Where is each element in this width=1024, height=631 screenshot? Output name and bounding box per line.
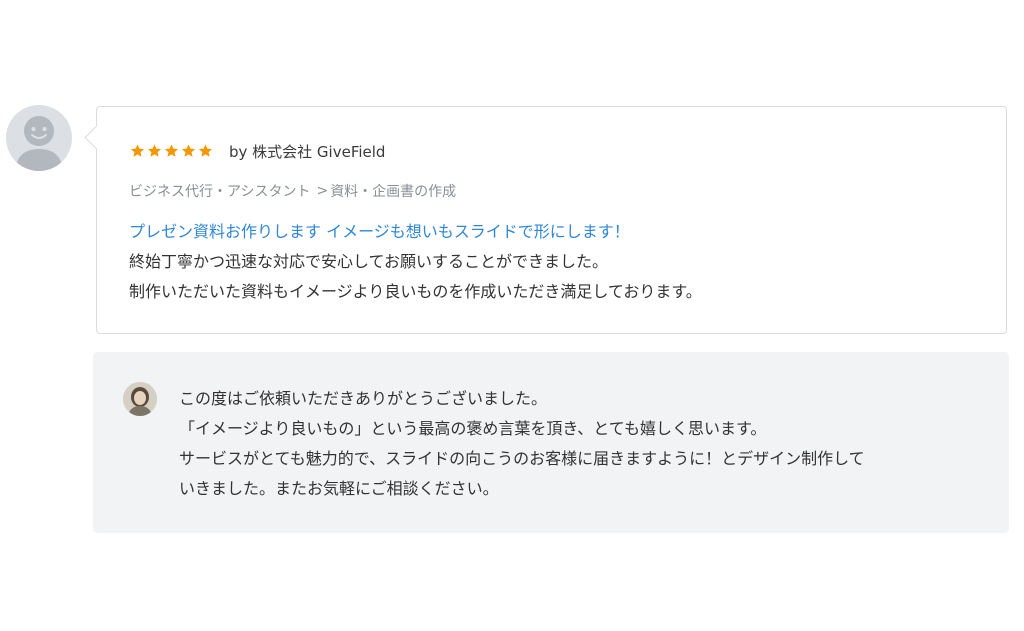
review-line: 制作いただいた資料もイメージより良いものを作成いただき満足しております。 [129, 282, 702, 301]
seller-avatar-icon[interactable] [123, 382, 157, 416]
star-icon [130, 144, 145, 157]
review-line: 終始丁寧かつ迅速な対応で安心してお願いすることができました。 [129, 252, 609, 271]
breadcrumb-separator: > [316, 183, 329, 199]
reviewer-name: by 株式会社 GiveField [229, 142, 386, 161]
review-comment: 終始丁寧かつ迅速な対応で安心してお願いすることができました。 制作いただいた資料… [129, 247, 702, 307]
star-icon [147, 144, 162, 157]
category-parent[interactable]: ビジネス代行・アシスタント [129, 181, 310, 201]
star-icon [164, 144, 179, 157]
reply-line: サービスがとても魅力的で、スライドの向こうのお客様に届きますように！とデザイン制… [179, 449, 865, 468]
reply-line: いきました。またお気軽にご相談ください。 [179, 479, 499, 498]
breadcrumb: ビジネス代行・アシスタント > 資料・企画書の作成 [129, 181, 456, 201]
reply-line: 「イメージより良いもの」という最高の褒め言葉を頂き、とても嬉しく思います。 [179, 419, 767, 438]
card-pointer [84, 125, 109, 150]
star-icon [181, 144, 196, 157]
review-page: by 株式会社 GiveField ビジネス代行・アシスタント > 資料・企画書… [0, 0, 1024, 631]
star-icon [198, 144, 213, 157]
reply-text: この度はご依頼いただきありがとうございました。 「イメージより良いもの」という最… [179, 384, 865, 504]
review-card: by 株式会社 GiveField ビジネス代行・アシスタント > 資料・企画書… [84, 106, 1007, 334]
rating-row: by 株式会社 GiveField [129, 141, 385, 161]
star-rating [129, 143, 214, 159]
service-title-link[interactable]: プレゼン資料お作りします イメージも想いもスライドで形にします！ [129, 218, 630, 242]
default-user-avatar-icon[interactable] [6, 105, 72, 171]
reply-line: この度はご依頼いただきありがとうございました。 [179, 389, 548, 408]
category-child[interactable]: 資料・企画書の作成 [330, 181, 456, 201]
seller-reply: この度はご依頼いただきありがとうございました。 「イメージより良いもの」という最… [93, 352, 1009, 533]
